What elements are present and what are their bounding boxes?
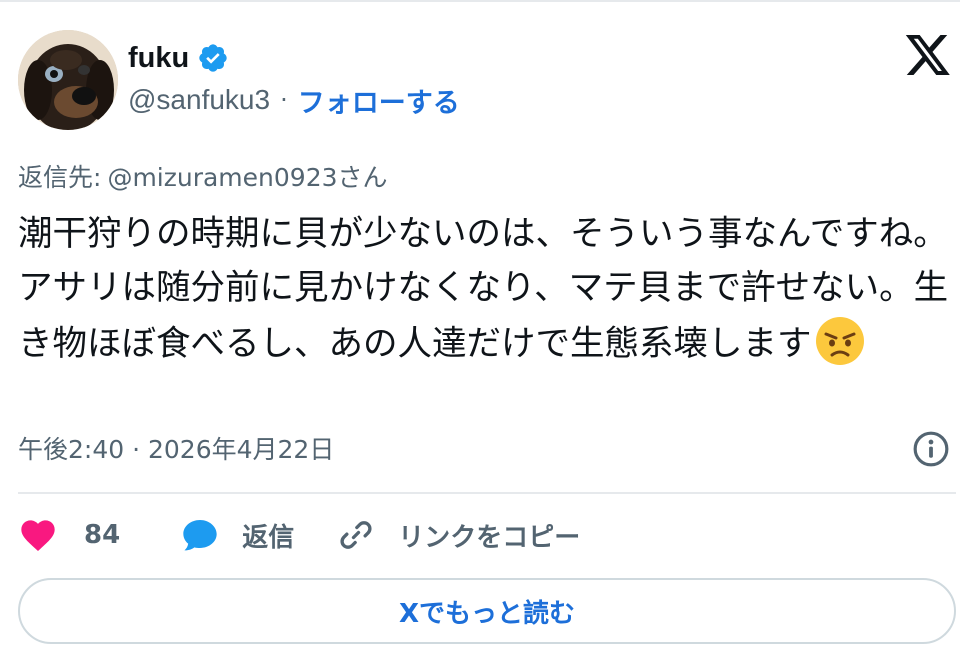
reply-to-target[interactable]: @mizuramen0923さん	[107, 158, 387, 194]
link-icon	[336, 515, 376, 555]
read-more-label: Xでもっと読む	[398, 598, 576, 629]
reply-button[interactable]: 返信	[180, 515, 294, 555]
content-divider	[18, 492, 956, 494]
reply-label: 返信	[242, 522, 295, 553]
tweet-timestamp[interactable]: 午後2:40 · 2026年4月22日	[18, 428, 334, 468]
like-button[interactable]: 84	[18, 515, 138, 555]
verified-badge-icon	[197, 42, 229, 74]
author-name-row: fuku	[128, 38, 229, 78]
reply-bubble-icon	[180, 515, 220, 555]
timestamp-text: 午後2:40 · 2026年4月22日	[18, 435, 335, 464]
author-display-name[interactable]: fuku	[128, 42, 189, 75]
tweet-text: 潮干狩りの時期に貝が少ないのは、そういう事なんですね。アサリは随分前に見かけなく…	[18, 214, 949, 364]
heart-icon	[18, 515, 58, 555]
reply-to-prefix: 返信先:	[18, 163, 102, 192]
dachshund-avatar-icon	[18, 30, 118, 130]
copy-link-button[interactable]: リンクをコピー	[336, 515, 580, 555]
like-count: 84	[84, 520, 121, 550]
x-logo-icon[interactable]	[904, 32, 952, 78]
info-icon[interactable]	[912, 430, 950, 468]
tweet-body: 潮干狩りの時期に貝が少ないのは、そういう事なんですね。アサリは随分前に見かけなく…	[18, 207, 953, 371]
embedded-tweet-card: fuku @sanfuku3 · フォローする 返信先: @mizuramen0…	[0, 0, 960, 670]
angry-face-emoji-icon	[814, 315, 866, 367]
copy-link-label: リンクをコピー	[398, 522, 581, 553]
handle-separator: ·	[280, 86, 288, 114]
author-handle-row: @sanfuku3 · フォローする	[128, 80, 460, 120]
card-top-border	[0, 0, 960, 2]
follow-button[interactable]: フォローする	[298, 81, 460, 120]
author-handle[interactable]: @sanfuku3	[128, 84, 270, 116]
reply-to-line: 返信先: @mizuramen0923さん	[18, 156, 388, 196]
author-avatar[interactable]	[18, 30, 118, 130]
read-more-on-x-button[interactable]: Xでもっと読む	[18, 578, 956, 644]
action-bar: 84 返信 リンクをコピー	[18, 512, 622, 558]
